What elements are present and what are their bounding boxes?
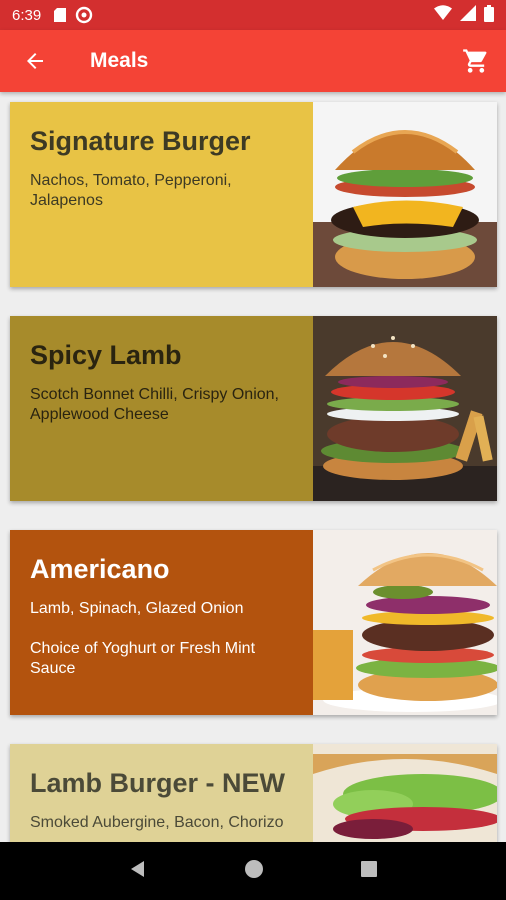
sync-icon xyxy=(75,6,93,24)
burger-photo xyxy=(313,102,497,287)
meal-name: Signature Burger xyxy=(30,126,251,156)
meal-card-lamb-burger[interactable]: Lamb Burger - NEW Smoked Aubergine, Baco… xyxy=(10,744,497,842)
back-triangle-icon xyxy=(131,860,144,877)
sd-card-icon xyxy=(53,7,67,23)
app-bar: Meals xyxy=(0,30,506,92)
meal-card-text: Spicy Lamb Scotch Bonnet Chilli, Crispy … xyxy=(10,316,313,501)
meal-description: Nachos, Tomato, Pepperoni, Jalapenos xyxy=(30,172,232,209)
meal-name: Americano xyxy=(30,554,170,584)
meal-extra-description: Choice of Yoghurt or Fresh Mint Sauce xyxy=(30,640,256,677)
page-title: Meals xyxy=(90,49,149,72)
back-button[interactable] xyxy=(0,30,70,92)
meal-list[interactable]: Signature Burger Nachos, Tomato, Peppero… xyxy=(0,92,506,842)
meal-name: Spicy Lamb xyxy=(30,340,182,370)
home-circle-icon xyxy=(245,859,263,878)
meal-name: Lamb Burger - NEW xyxy=(30,768,286,798)
burger-photo xyxy=(313,530,497,715)
nav-back-button[interactable] xyxy=(128,859,148,884)
meal-card-americano[interactable]: Americano Lamb, Spinach, Glazed Onion Ch… xyxy=(10,530,497,715)
meal-card-signature-burger[interactable]: Signature Burger Nachos, Tomato, Peppero… xyxy=(10,102,497,287)
nav-home-button[interactable] xyxy=(244,859,264,884)
status-bar: 6:39 xyxy=(0,0,506,30)
meal-card-text: Americano Lamb, Spinach, Glazed Onion Ch… xyxy=(10,530,313,715)
burger-photo xyxy=(313,316,497,501)
meal-card-spicy-lamb[interactable]: Spicy Lamb Scotch Bonnet Chilli, Crispy … xyxy=(10,316,497,501)
burger-photo xyxy=(313,744,497,842)
status-time: 6:39 xyxy=(12,6,42,24)
meal-description: Smoked Aubergine, Bacon, Chorizo xyxy=(30,814,284,831)
meal-card-text: Signature Burger Nachos, Tomato, Peppero… xyxy=(10,102,313,287)
battery-icon xyxy=(484,4,494,26)
arrow-left-icon xyxy=(27,53,43,69)
nav-recents-button[interactable] xyxy=(360,860,378,883)
meal-card-text: Lamb Burger - NEW Smoked Aubergine, Baco… xyxy=(10,744,313,842)
meal-description: Lamb, Spinach, Glazed Onion xyxy=(30,600,244,617)
shopping-cart-icon xyxy=(463,49,487,73)
system-navigation-bar xyxy=(0,842,506,900)
signal-icon xyxy=(460,5,476,25)
meal-description: Scotch Bonnet Chilli, Crispy Onion, Appl… xyxy=(30,386,279,423)
wifi-icon xyxy=(434,5,452,25)
cart-button[interactable] xyxy=(446,30,506,92)
recents-square-icon xyxy=(361,860,377,877)
